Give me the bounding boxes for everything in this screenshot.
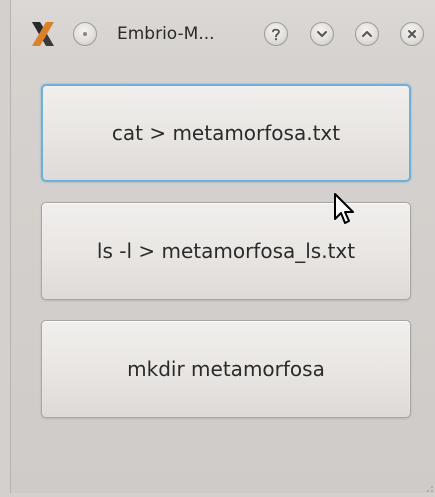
button-label: ls -l > metamorfosa_ls.txt: [96, 239, 356, 263]
application-window: Embrio-M... cat > metamorfosa.txt ls -l …: [10, 0, 435, 493]
minimize-button[interactable]: [310, 22, 334, 46]
close-button[interactable]: [400, 22, 424, 46]
maximize-button[interactable]: [355, 22, 379, 46]
chevron-up-icon: [361, 29, 373, 39]
close-icon: [407, 29, 417, 39]
chevron-down-icon: [316, 29, 328, 39]
resize-grip[interactable]: [424, 478, 434, 492]
question-icon: [270, 27, 282, 41]
window-title: Embrio-M...: [117, 24, 215, 44]
x-app-icon[interactable]: [29, 19, 57, 49]
help-button[interactable]: [264, 22, 288, 46]
mkdir-metamorfosa-button[interactable]: mkdir metamorfosa: [41, 320, 411, 418]
titlebar[interactable]: Embrio-M...: [11, 0, 435, 66]
window-menu-button[interactable]: [73, 22, 97, 46]
cat-metamorfosa-button[interactable]: cat > metamorfosa.txt: [41, 84, 411, 182]
dot-icon: [81, 30, 89, 38]
button-label: mkdir metamorfosa: [127, 357, 325, 381]
mouse-pointer-icon: [333, 192, 359, 232]
button-label: cat > metamorfosa.txt: [111, 121, 341, 145]
